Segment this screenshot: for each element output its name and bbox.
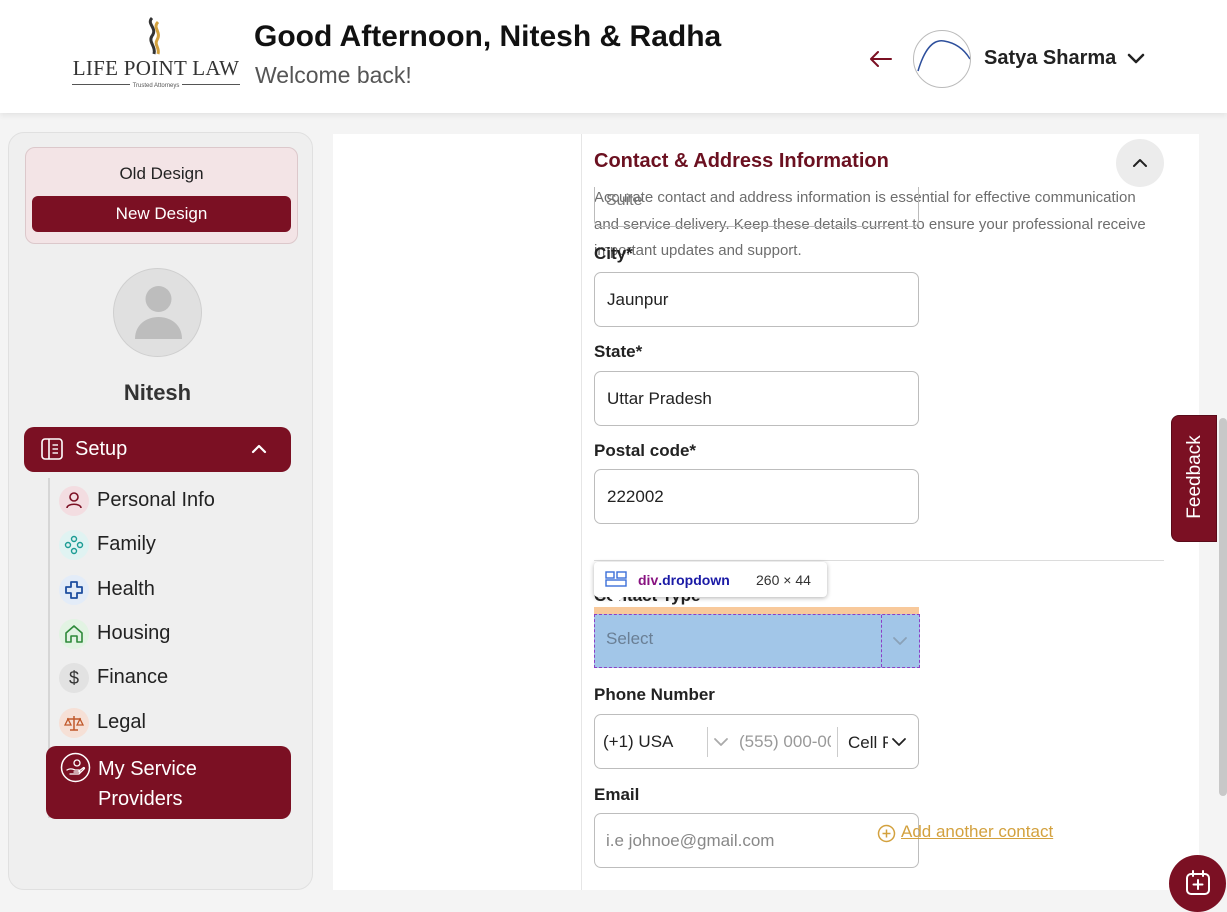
sidebar-item-health[interactable]: Health: [59, 570, 299, 610]
tooltip-tag: div: [638, 572, 659, 588]
main-content: Contact & Address Information Accurate c…: [333, 134, 1199, 890]
grid-layout-icon: [605, 571, 627, 587]
sidebar-item-personal-info[interactable]: Personal Info: [59, 481, 299, 521]
sidebar-item-label: Personal Info: [97, 489, 215, 511]
state-input[interactable]: Uttar Pradesh: [594, 371, 919, 426]
postal-code-value: 222002: [607, 487, 664, 506]
sidebar-item-label: Family: [97, 533, 156, 555]
sidebar-item-label: Legal: [97, 711, 146, 733]
phone-number-input[interactable]: (555) 000-0000: [739, 732, 831, 752]
scales-icon: [59, 708, 89, 738]
avatar-curve-icon: [917, 40, 970, 72]
chevron-down-icon: [893, 637, 907, 645]
email-placeholder: i.e johnoe@gmail.com: [606, 831, 775, 850]
back-arrow-icon[interactable]: [866, 44, 896, 74]
greeting-title: Good Afternoon, Nitesh & Radha: [254, 20, 722, 53]
content-divider: [581, 134, 582, 890]
devtools-inspect-tooltip: div.dropdown 260 × 44: [594, 562, 827, 604]
sidebar-item-family[interactable]: Family: [59, 525, 299, 565]
tooltip-element-name: div.dropdown: [638, 572, 730, 588]
house-icon: [59, 619, 89, 649]
city-input[interactable]: Jaunpur: [594, 272, 919, 327]
state-value: Uttar Pradesh: [607, 389, 712, 408]
contact-type-dropdown[interactable]: Select: [594, 614, 920, 668]
city-label: City*: [594, 244, 633, 263]
logo[interactable]: LIFE POINT LAW Trusted Attorneys: [66, 14, 246, 94]
postal-code-label: Postal code*: [594, 441, 697, 460]
logo-tagline: Trusted Attorneys: [129, 83, 183, 89]
welcome-text: Welcome back!: [255, 62, 412, 88]
tooltip-class: .dropdown: [658, 572, 730, 588]
logo-mark-icon: [148, 16, 160, 55]
book-icon: [41, 438, 63, 460]
profile-avatar[interactable]: [113, 268, 202, 357]
setup-label: Setup: [75, 438, 128, 460]
devtools-margin-highlight: [594, 607, 919, 614]
setup-menu[interactable]: Setup: [24, 427, 291, 472]
chevron-up-icon: [1133, 159, 1147, 167]
sidebar-item-legal[interactable]: Legal: [59, 703, 299, 743]
dropdown-separator: [881, 615, 882, 667]
sidebar-item-housing[interactable]: Housing: [59, 614, 299, 654]
sidebar: Old Design New Design Nitesh Setup Perso…: [8, 132, 313, 890]
feedback-tab[interactable]: Feedback: [1171, 415, 1217, 542]
chevron-down-icon[interactable]: [712, 735, 730, 749]
chevron-up-icon: [251, 444, 267, 454]
feedback-label: Feedback: [1184, 435, 1205, 519]
person-icon: [59, 486, 89, 516]
postal-code-input[interactable]: 222002: [594, 469, 919, 524]
phone-type-select[interactable]: Cell Phone: [848, 733, 888, 753]
phone-divider: [837, 727, 838, 757]
active-item-label: My Service Providers: [98, 758, 197, 810]
sidebar-item-label: Health: [97, 578, 155, 600]
phone-number-field: (+1) USA (555) 000-0000 Cell Phone: [594, 714, 919, 769]
email-input[interactable]: i.e johnoe@gmail.com: [594, 813, 919, 868]
email-label: Email: [594, 785, 640, 804]
user-name[interactable]: Satya Sharma: [984, 47, 1116, 70]
sidebar-item-finance[interactable]: $ Finance: [59, 658, 299, 698]
country-code-select[interactable]: (+1) USA: [603, 732, 673, 752]
city-value: Jaunpur: [607, 290, 669, 309]
top-header: LIFE POINT LAW Trusted Attorneys Good Af…: [0, 0, 1227, 113]
contact-type-placeholder: Select: [606, 629, 654, 648]
plus-circle-icon: [877, 824, 896, 843]
old-design-option[interactable]: Old Design: [26, 164, 297, 184]
chevron-down-icon[interactable]: [1125, 48, 1147, 70]
section-separator: [594, 560, 1164, 561]
add-contact-label: Add another contact: [901, 822, 1054, 841]
person-silhouette-icon: [135, 286, 182, 339]
section-title: Contact & Address Information: [594, 150, 889, 172]
state-label: State*: [594, 342, 643, 361]
user-avatar[interactable]: [913, 30, 971, 88]
new-design-button[interactable]: New Design: [32, 196, 291, 232]
phone-divider: [707, 727, 708, 757]
sidebar-item-my-service-providers[interactable]: My Service Providers: [46, 746, 291, 819]
svg-text:$: $: [69, 668, 79, 688]
dollar-icon: $: [59, 663, 89, 693]
calendar-plus-icon: [1186, 870, 1210, 895]
service-hand-icon: [60, 752, 91, 783]
suite-placeholder: Suite: [606, 192, 643, 209]
sidebar-item-label: Housing: [97, 622, 171, 644]
logo-text: LIFE POINT LAW: [72, 56, 240, 80]
sidebar-item-label: Finance: [97, 666, 169, 688]
health-cross-icon: [59, 575, 89, 605]
chevron-down-icon[interactable]: [890, 734, 908, 750]
tooltip-size: 260 × 44: [756, 572, 811, 588]
suite-input[interactable]: [594, 187, 919, 227]
phone-number-label: Phone Number: [594, 685, 715, 704]
collapse-section-button[interactable]: [1116, 139, 1164, 187]
tooltip-tail: [608, 596, 624, 604]
family-icon: [59, 530, 89, 560]
scrollbar-thumb[interactable]: [1219, 418, 1227, 796]
design-switcher: Old Design New Design: [25, 147, 298, 244]
add-event-button[interactable]: [1169, 855, 1226, 912]
profile-name: Nitesh: [123, 380, 192, 405]
